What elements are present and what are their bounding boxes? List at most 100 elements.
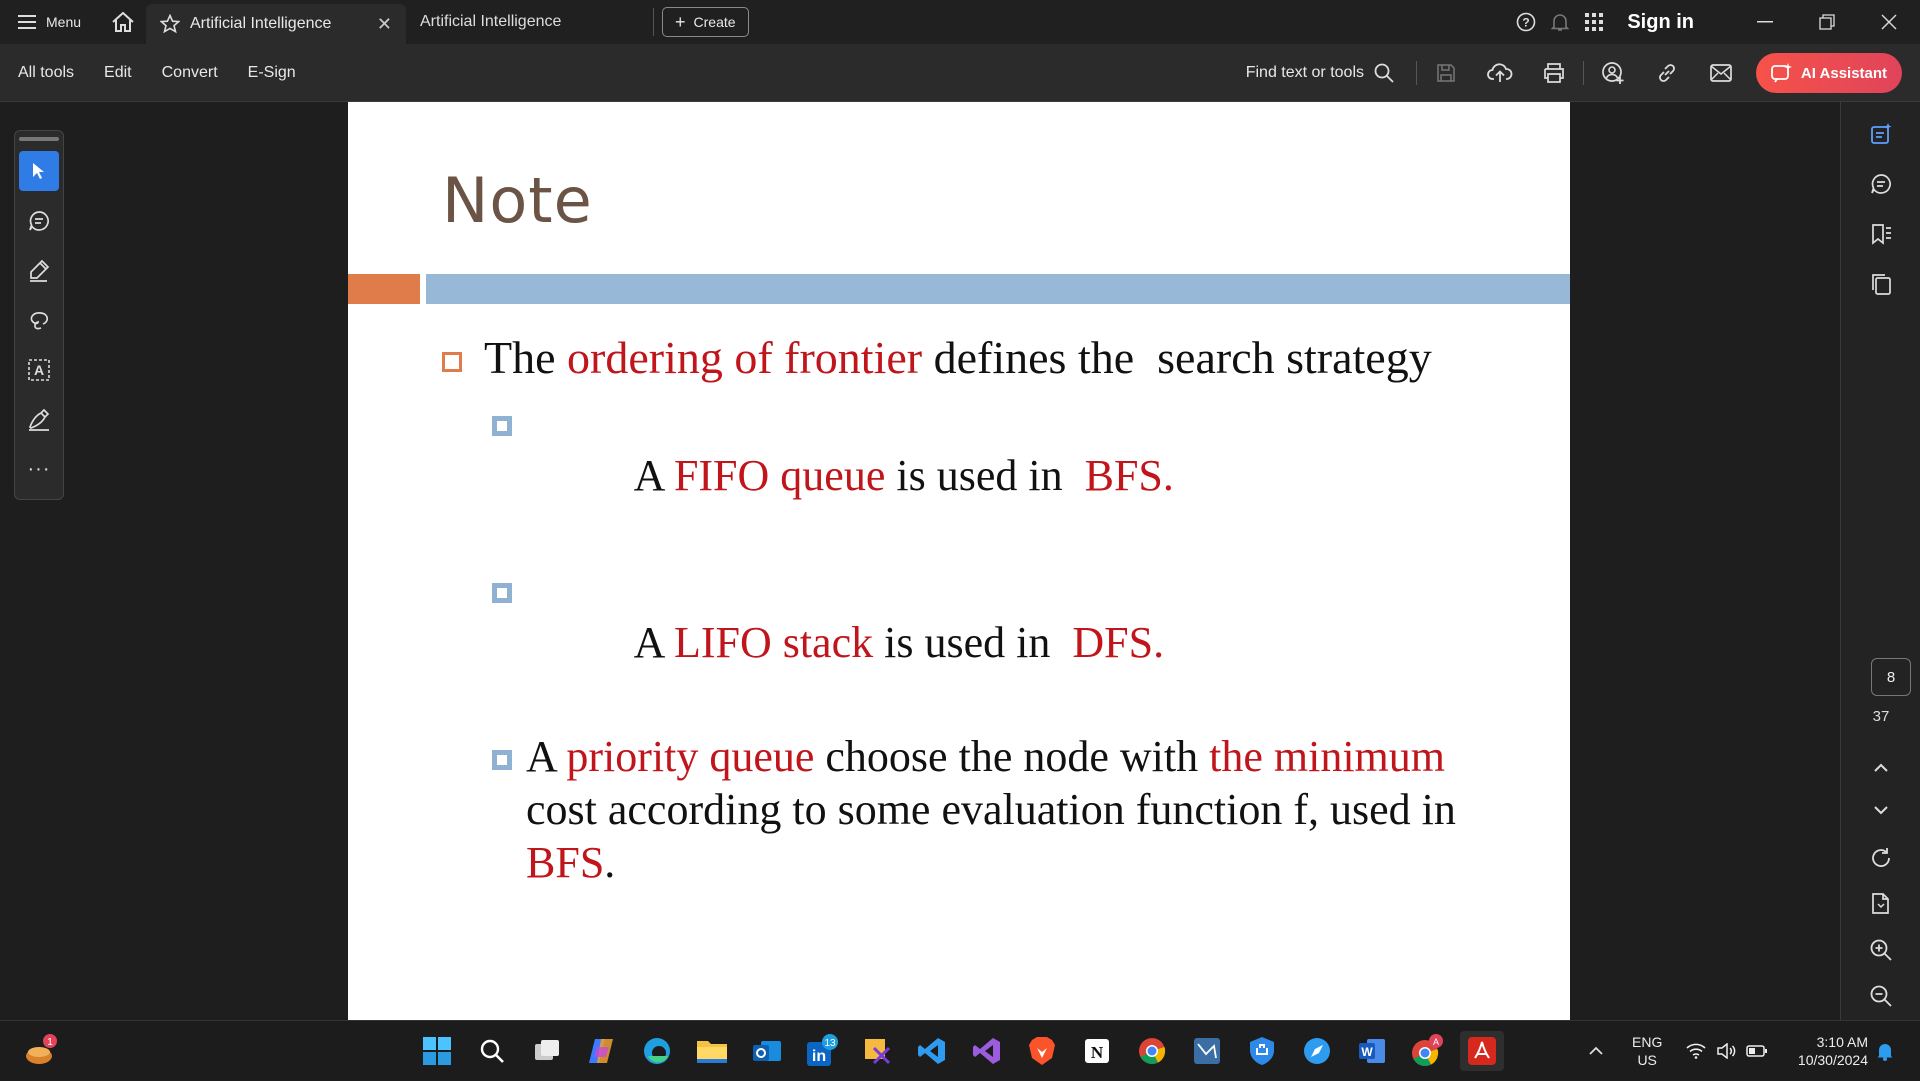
highlight-tool-button[interactable]	[19, 250, 59, 290]
create-button[interactable]: + Create	[662, 7, 749, 37]
zoom-in-button[interactable]	[1841, 930, 1920, 970]
word-icon: W	[1359, 1039, 1385, 1063]
refresh-icon	[1872, 848, 1890, 867]
close-tab-icon[interactable]: ✕	[377, 14, 392, 35]
system-tray-status[interactable]	[1686, 1021, 1768, 1081]
menu-button[interactable]: Menu	[0, 14, 100, 30]
email-button[interactable]	[1694, 44, 1748, 102]
notifications-button[interactable]	[1543, 0, 1577, 44]
linkedin-app[interactable]: in 13	[802, 1031, 842, 1071]
drag-handle[interactable]	[19, 137, 59, 141]
close-window-button[interactable]	[1858, 0, 1920, 44]
more-tools-icon[interactable]: ···	[19, 449, 59, 489]
bullet-text: The ordering of frontier defines the sea…	[484, 328, 1432, 388]
outlook-icon	[753, 1041, 781, 1061]
page-fit-button[interactable]	[1841, 884, 1920, 924]
copilot-app[interactable]	[582, 1031, 622, 1071]
clock-time: 3:10 AM	[1816, 1034, 1868, 1050]
current-page-input[interactable]: 8	[1871, 658, 1911, 696]
clock[interactable]: 3:10 AM 10/30/2024	[1782, 1021, 1868, 1081]
acrobat-app[interactable]	[1460, 1031, 1504, 1071]
ai-assistant-label: AI Assistant	[1800, 64, 1888, 82]
plus-icon: +	[675, 11, 686, 32]
menu-edit[interactable]: Edit	[89, 64, 147, 82]
menu-convert[interactable]: Convert	[147, 64, 233, 82]
tab-artificial-intelligence-active[interactable]: Artificial Intelligence ✕	[146, 4, 406, 44]
vscode-icon	[918, 1038, 945, 1064]
windows-taskbar: 1 in 13 N W A ENG US 3:10 AM 10/30/2024	[0, 1020, 1920, 1080]
next-page-button[interactable]	[1841, 790, 1920, 830]
create-label: Create	[693, 14, 736, 30]
svg-text:?: ?	[1523, 16, 1530, 30]
comments-panel-button[interactable]	[1841, 164, 1920, 204]
vpn-app[interactable]	[1242, 1031, 1282, 1071]
minimize-button[interactable]	[1734, 0, 1796, 44]
home-button[interactable]	[100, 0, 146, 44]
draw-tool-button[interactable]	[19, 300, 59, 340]
sub-bullet-text: A LIFO stack is used in DFS.	[526, 563, 1165, 722]
slide-bullets: The ordering of frontier defines the sea…	[442, 328, 1552, 889]
signature-pen-icon	[29, 409, 50, 432]
task-view-button[interactable]	[527, 1031, 567, 1071]
text-run: defines the search strategy	[922, 332, 1432, 383]
edge-app[interactable]	[637, 1031, 677, 1071]
ai-assistant-button[interactable]: AI Assistant	[1756, 53, 1902, 93]
sign-tool-button[interactable]	[19, 400, 59, 440]
share-user-button[interactable]	[1586, 44, 1640, 102]
text-run: .	[604, 838, 616, 887]
toolbar-divider	[1583, 61, 1584, 85]
start-button[interactable]	[417, 1031, 457, 1071]
select-tool-button[interactable]	[19, 150, 59, 191]
pages-panel-button[interactable]	[1841, 264, 1920, 304]
title-bar: Menu Artificial Intelligence ✕ Artificia…	[0, 0, 1920, 44]
save-button[interactable]	[1419, 44, 1473, 102]
sub-bullet-item: A FIFO queue is used in BFS.	[492, 396, 1552, 555]
apps-button[interactable]	[1577, 0, 1611, 44]
brave-app[interactable]	[1022, 1031, 1062, 1071]
bell-icon	[1877, 1044, 1893, 1061]
sub-bullet-item: A priority queue choose the node with th…	[492, 730, 1552, 889]
word-app[interactable]: W	[1352, 1031, 1392, 1071]
restore-button[interactable]	[1796, 0, 1858, 44]
menu-e-sign[interactable]: E-Sign	[233, 64, 311, 82]
sign-in-button[interactable]: Sign in	[1627, 11, 1694, 34]
zoom-out-button[interactable]	[1841, 976, 1920, 1016]
notion-icon: N	[1085, 1039, 1109, 1063]
snipping-tool-app[interactable]	[857, 1031, 897, 1071]
previous-page-button[interactable]	[1841, 748, 1920, 788]
tab-artificial-intelligence[interactable]: Artificial Intelligence	[406, 8, 654, 36]
chrome-profile-app[interactable]: A	[1407, 1031, 1447, 1071]
chrome-badge: A	[1433, 1037, 1439, 1047]
square-sub-bullet-icon	[492, 416, 512, 436]
language-indicator[interactable]: ENG US	[1632, 1021, 1662, 1081]
text-box-tool-button[interactable]: A	[19, 350, 59, 390]
notification-center-button[interactable]	[1876, 1021, 1894, 1081]
mysql-workbench-app[interactable]	[1187, 1031, 1227, 1071]
help-button[interactable]: ?	[1509, 0, 1543, 44]
find-text-or-tools[interactable]: Find text or tools	[1246, 63, 1394, 83]
vscode-app[interactable]	[912, 1031, 952, 1071]
square-sub-bullet-icon	[492, 583, 512, 603]
chrome-app[interactable]	[1132, 1031, 1172, 1071]
upload-button[interactable]	[1473, 44, 1527, 102]
safari-app[interactable]	[1297, 1031, 1337, 1071]
widgets-button[interactable]: 1	[20, 1031, 60, 1071]
print-button[interactable]	[1527, 44, 1581, 102]
ai-summary-button[interactable]	[1841, 114, 1920, 154]
show-hidden-icons-button[interactable]	[1588, 1021, 1604, 1081]
visual-studio-app[interactable]	[967, 1031, 1007, 1071]
mail-icon	[1710, 64, 1732, 82]
search-icon	[1374, 63, 1394, 83]
text-box-icon: A	[28, 358, 50, 381]
outlook-app[interactable]	[747, 1031, 787, 1071]
bookmarks-button[interactable]	[1841, 214, 1920, 254]
chevron-up-icon	[1589, 1046, 1603, 1055]
home-icon	[112, 11, 134, 32]
search-taskbar-button[interactable]	[472, 1031, 512, 1071]
comment-tool-button[interactable]	[19, 201, 59, 241]
refresh-button[interactable]	[1841, 838, 1920, 878]
menu-all-tools[interactable]: All tools	[0, 64, 89, 82]
link-button[interactable]	[1640, 44, 1694, 102]
notion-app[interactable]: N	[1077, 1031, 1117, 1071]
file-explorer-app[interactable]	[692, 1031, 732, 1071]
